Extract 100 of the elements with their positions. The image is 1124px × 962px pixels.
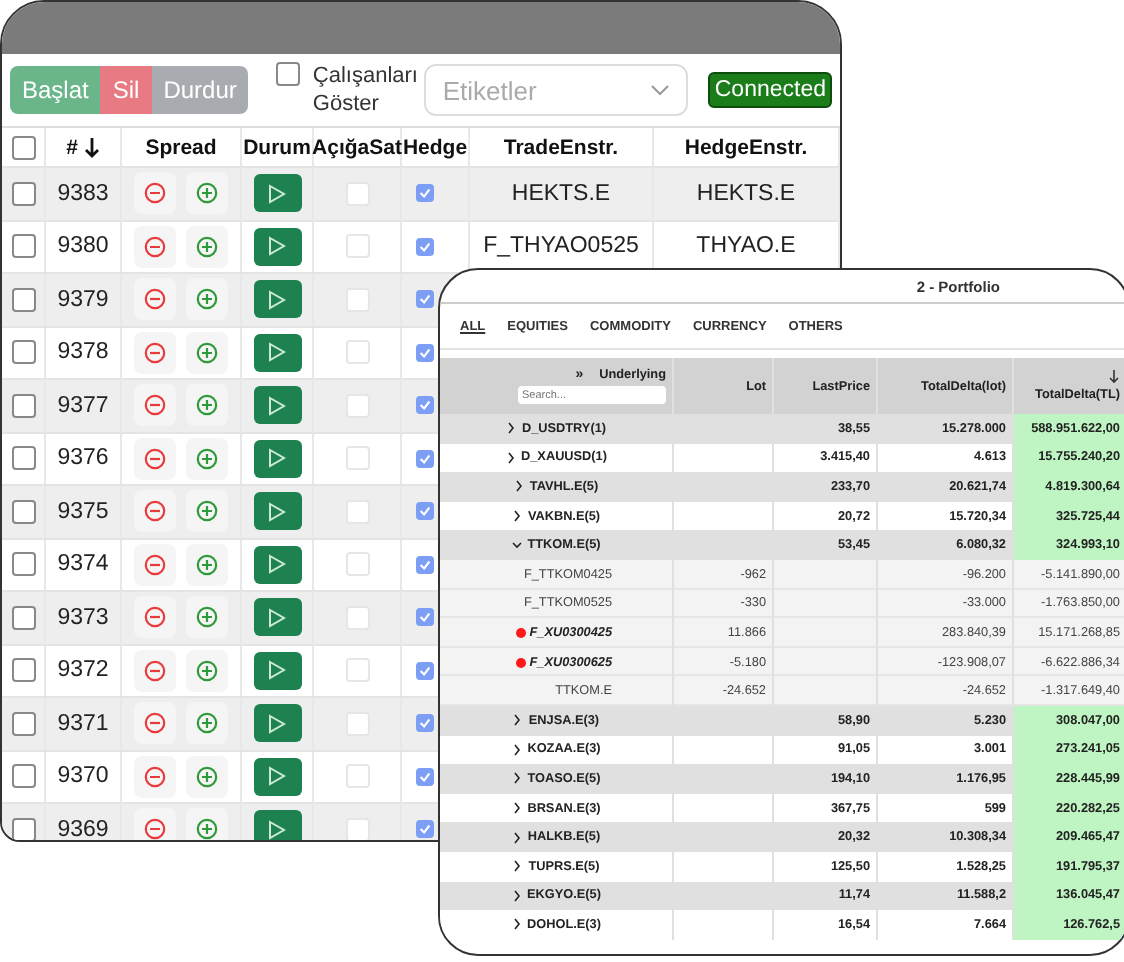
row-checkbox[interactable] [11,817,35,840]
minus-button[interactable] [134,596,176,639]
chevron-right-icon[interactable] [505,422,516,435]
play-button[interactable] [253,492,301,531]
chevron-right-icon[interactable] [511,889,522,902]
hedge-checkbox[interactable] [416,714,434,733]
short-sell-checkbox[interactable] [345,711,369,736]
hedge-checkbox[interactable] [416,396,434,415]
hedge-checkbox[interactable] [416,290,434,309]
minus-button[interactable] [134,490,176,533]
chevron-right-icon[interactable] [513,480,524,493]
short-sell-checkbox[interactable] [345,605,369,630]
hedge-checkbox[interactable] [416,820,434,839]
minus-button[interactable] [134,384,176,427]
minus-button[interactable] [134,172,176,215]
plus-button[interactable] [186,755,228,798]
chevron-right-icon[interactable] [512,714,523,727]
play-button[interactable] [253,810,301,840]
hedge-checkbox[interactable] [416,184,434,203]
minus-button[interactable] [134,437,176,480]
plus-button[interactable] [186,225,228,268]
chevron-down-icon[interactable] [511,539,522,552]
short-sell-checkbox[interactable] [345,287,369,312]
chevron-right-icon[interactable] [512,860,523,873]
play-button[interactable] [253,439,301,478]
play-button[interactable] [253,227,301,266]
play-button[interactable] [253,598,301,637]
short-sell-checkbox[interactable] [345,658,369,683]
row-checkbox[interactable] [11,446,35,471]
short-sell-checkbox[interactable] [345,181,369,206]
plus-button[interactable] [186,702,228,745]
plus-button[interactable] [186,331,228,374]
plus-button[interactable] [186,384,228,427]
column-header[interactable]: TradeEnstr. [503,135,619,159]
chevron-right-icon[interactable] [505,451,516,464]
row-checkbox[interactable] [11,393,35,418]
hedge-checkbox[interactable] [416,555,434,574]
play-button[interactable] [253,280,301,319]
column-header[interactable]: HedgeEnstr. [684,135,808,159]
short-sell-checkbox[interactable] [345,446,369,471]
hedge-checkbox[interactable] [416,237,434,256]
hedge-checkbox[interactable] [416,767,434,786]
play-button[interactable] [253,545,301,584]
short-sell-checkbox[interactable] [345,552,369,577]
chevron-right-icon[interactable] [511,802,522,815]
column-header[interactable]: # [66,135,78,159]
plus-button[interactable] [186,490,228,533]
select-all-checkbox[interactable] [11,135,35,159]
minus-button[interactable] [134,649,176,692]
column-header[interactable]: Durum [243,135,311,159]
hedge-checkbox[interactable] [416,502,434,521]
chevron-right-icon[interactable] [511,772,522,785]
row-checkbox[interactable] [11,499,35,524]
row-checkbox[interactable] [11,764,35,789]
plus-button[interactable] [186,649,228,692]
short-sell-checkbox[interactable] [345,764,369,789]
plus-button[interactable] [186,437,228,480]
minus-button[interactable] [134,755,176,798]
row-checkbox[interactable] [11,658,35,683]
play-button[interactable] [253,386,301,425]
hedge-checkbox[interactable] [416,449,434,468]
minus-button[interactable] [134,331,176,374]
plus-button[interactable] [186,278,228,321]
minus-button[interactable] [134,278,176,321]
plus-button[interactable] [186,808,228,840]
row-checkbox[interactable] [11,340,35,365]
play-button[interactable] [253,651,301,690]
hedge-checkbox[interactable] [416,661,434,680]
chevron-right-icon[interactable] [511,743,522,756]
column-header[interactable]: Spread [145,135,217,159]
minus-button[interactable] [134,225,176,268]
short-sell-checkbox[interactable] [345,340,369,365]
row-checkbox[interactable] [11,605,35,630]
play-button[interactable] [253,174,301,213]
play-button[interactable] [253,704,301,743]
hedge-checkbox[interactable] [416,343,434,362]
plus-button[interactable] [186,543,228,586]
minus-button[interactable] [134,808,176,840]
row-checkbox[interactable] [11,181,35,206]
short-sell-checkbox[interactable] [345,393,369,418]
chevron-right-icon[interactable] [511,918,522,931]
row-checkbox[interactable] [11,234,35,259]
column-header[interactable]: Hedge [402,135,468,159]
row-checkbox[interactable] [11,552,35,577]
row-checkbox[interactable] [11,711,35,736]
chevron-right-icon[interactable] [511,510,522,523]
short-sell-checkbox[interactable] [345,234,369,259]
column-header[interactable]: AçığaSat [312,135,402,159]
plus-button[interactable] [186,596,228,639]
plus-button[interactable] [186,172,228,215]
short-sell-checkbox[interactable] [345,499,369,524]
chevron-right-icon[interactable] [511,831,522,844]
row-checkbox[interactable] [11,287,35,312]
minus-button[interactable] [134,702,176,745]
checkbox[interactable] [276,61,301,86]
play-button[interactable] [253,333,301,372]
minus-button[interactable] [134,543,176,586]
short-sell-checkbox[interactable] [345,817,369,840]
play-button[interactable] [253,757,301,796]
hedge-checkbox[interactable] [416,608,434,627]
